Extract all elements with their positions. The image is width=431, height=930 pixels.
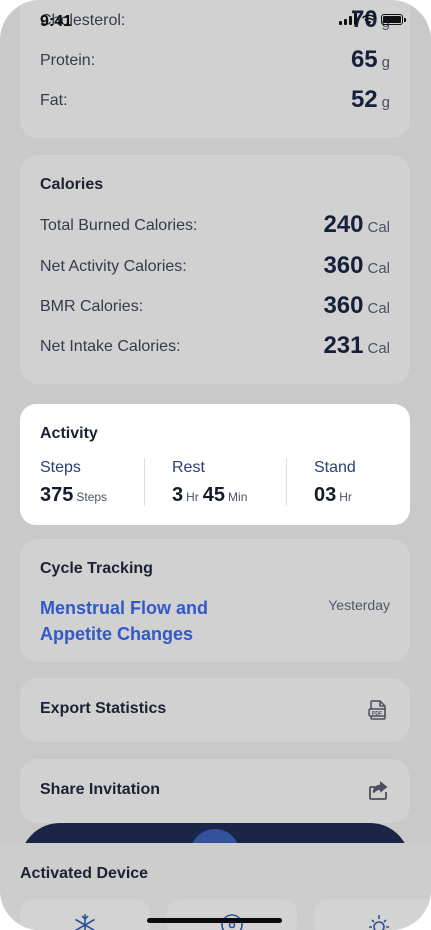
calories-label: Net Activity Calories: <box>40 258 187 275</box>
nutrition-value: 65 g <box>350 46 390 73</box>
rest-label: Rest <box>172 459 205 476</box>
cycle-title: Cycle Tracking <box>40 560 153 577</box>
nutrition-row-protein: Protein: 65 g <box>40 46 390 76</box>
cellular-signal-icon <box>339 13 357 25</box>
divider <box>144 458 145 506</box>
status-bar: 9:41 <box>40 10 406 32</box>
share-label: Share Invitation <box>40 781 161 798</box>
calories-value: 240 Cal <box>323 211 390 238</box>
sun-icon <box>369 915 389 930</box>
phone-screen: 9:41 Cholesterol: 70 g Protein: 65 g Fat: … <box>0 0 431 930</box>
calories-label: Total Burned Calories: <box>40 217 198 234</box>
device-tile-light[interactable] <box>314 899 431 930</box>
steps-value: 375 Steps <box>40 484 108 506</box>
stand-value: 03 Hr <box>314 484 352 506</box>
calories-row-net-activity: Net Activity Calories: 360 Cal <box>40 252 390 282</box>
nutrition-value: 52 g <box>350 86 390 113</box>
calories-row-bmr: BMR Calories: 360 Cal <box>40 292 390 322</box>
activated-device-sheet[interactable]: Activated Device <box>0 843 431 930</box>
stand-label: Stand <box>314 459 356 476</box>
pdf-file-icon: PDF <box>368 700 386 720</box>
calories-row-total-burned: Total Burned Calories: 240 Cal <box>40 211 390 241</box>
nutrition-label: Fat: <box>40 92 68 109</box>
share-invitation-button[interactable]: Share Invitation <box>20 759 410 823</box>
activity-card[interactable]: Activity Steps 375 Steps Rest 3 Hr 45 Min St… <box>20 404 410 525</box>
calories-value: 231 Cal <box>323 332 390 359</box>
activity-stand: Stand 03 Hr <box>314 459 356 507</box>
export-label: Export Statistics <box>40 700 167 717</box>
battery-icon <box>381 13 406 25</box>
nutrition-label: Protein: <box>40 52 96 69</box>
rest-value: 3 Hr 45 Min <box>172 484 248 506</box>
activated-device-title: Activated Device <box>20 865 149 882</box>
cycle-entry-time: Yesterday <box>328 597 390 613</box>
share-icon <box>369 781 388 800</box>
calories-card: Calories Total Burned Calories: 240 Cal N… <box>20 155 410 384</box>
activity-title: Activity <box>40 425 98 442</box>
calories-row-net-intake: Net Intake Calories: 231 Cal <box>40 332 390 362</box>
steps-label: Steps <box>40 459 81 476</box>
status-icons <box>339 13 406 25</box>
calories-label: BMR Calories: <box>40 298 144 315</box>
status-time: 9:41 <box>40 13 73 30</box>
svg-text:PDF: PDF <box>372 711 382 717</box>
calories-label: Net Intake Calories: <box>40 338 181 355</box>
activity-steps: Steps 375 Steps <box>40 459 111 507</box>
device-tile-fan[interactable] <box>167 899 297 930</box>
divider <box>286 458 287 506</box>
calories-value: 360 Cal <box>323 292 390 319</box>
home-indicator[interactable] <box>147 918 282 923</box>
cycle-tracking-card[interactable]: Cycle Tracking Menstrual Flow and Appeti… <box>20 539 410 662</box>
export-statistics-button[interactable]: Export Statistics PDF <box>20 678 410 742</box>
nutrition-row-fat: Fat: 52 g <box>40 86 390 116</box>
calories-title: Calories <box>40 176 104 193</box>
device-tile-snowflake[interactable] <box>20 899 150 930</box>
wifi-icon <box>362 14 376 24</box>
snowflake-icon <box>75 914 95 930</box>
calories-value: 360 Cal <box>323 252 390 279</box>
cycle-entry-link[interactable]: Menstrual Flow and Appetite Changes <box>40 595 260 647</box>
activity-rest: Rest 3 Hr 45 Min <box>172 459 251 507</box>
